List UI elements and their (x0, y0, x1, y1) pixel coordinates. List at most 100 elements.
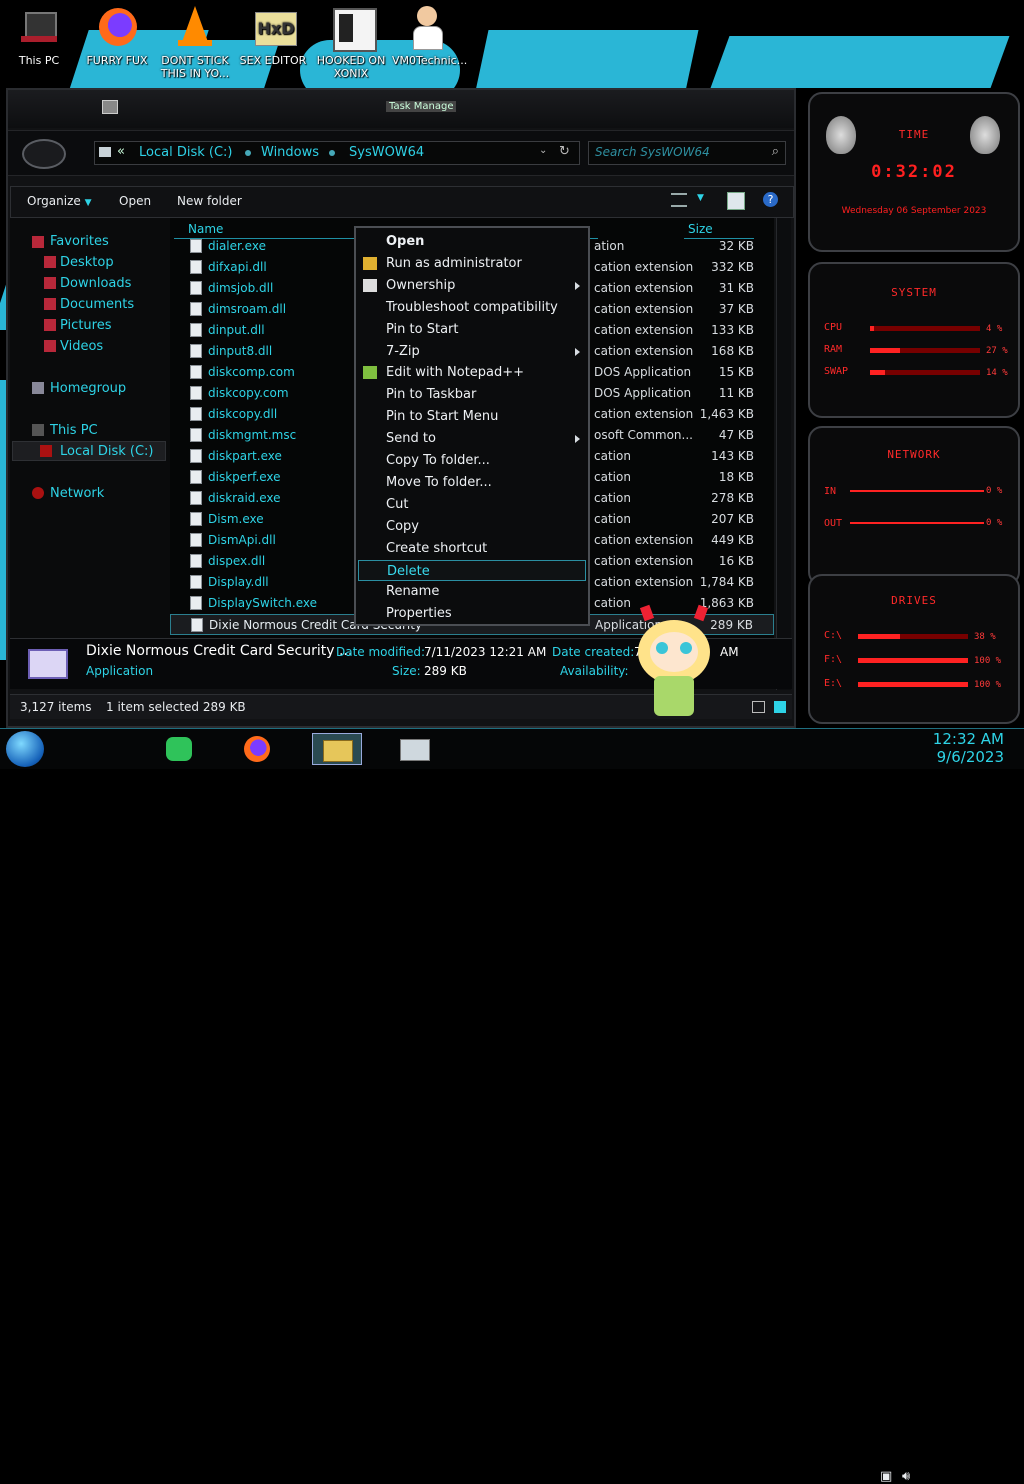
breadcrumb-separator[interactable] (245, 150, 251, 156)
vertical-scrollbar[interactable] (776, 218, 791, 690)
context-menu-item[interactable]: 7-Zip (358, 341, 586, 362)
desktop-icon-furry-fux[interactable]: FURRY FUX (82, 6, 152, 67)
taskbar-firefox-button[interactable] (238, 733, 278, 765)
network-gadget: NETWORK IN 0 % OUT 0 % (808, 426, 1020, 586)
file-name: dispex.dll (208, 554, 266, 568)
context-menu-item[interactable]: Troubleshoot compatibility (358, 297, 586, 318)
desktop-icon-sex-editor[interactable]: HxD SEX EDITOR (238, 6, 308, 67)
desktop-icon-dont-stick[interactable]: DONT STICK THIS IN YO... (160, 6, 230, 80)
new-folder-button[interactable]: New folder (177, 194, 242, 208)
nav-favorites[interactable]: Favorites (50, 234, 109, 249)
nav-pictures[interactable]: Pictures (60, 318, 111, 333)
nav-desktop[interactable]: Desktop (60, 255, 114, 270)
search-input[interactable]: Search SysWOW64 ⌕ (588, 141, 786, 165)
breadcrumb-local-disk[interactable]: Local Disk (C:) (139, 145, 232, 160)
cpu-bar (870, 326, 980, 331)
context-menu-item[interactable]: Run as administrator (358, 253, 586, 274)
nav-local-disk[interactable]: Local Disk (C:) (60, 444, 153, 459)
nav-network[interactable]: Network (50, 486, 104, 501)
context-menu-item[interactable]: Open (358, 231, 586, 252)
file-name: diskpart.exe (208, 449, 282, 463)
file-size: 143 KB (711, 449, 754, 463)
context-menu-item[interactable]: Pin to Taskbar (358, 384, 586, 405)
file-type: DOS Application (594, 365, 692, 379)
context-menu-item[interactable]: Cut (358, 494, 586, 515)
large-icons-view-icon[interactable] (774, 701, 786, 713)
context-menu-item[interactable]: Send to (358, 428, 586, 449)
context-menu-item[interactable]: Pin to Start Menu (358, 406, 586, 427)
context-menu-item[interactable]: Delete (358, 559, 586, 581)
context-menu-item[interactable]: Properties (358, 603, 586, 624)
desktop-icon-this-pc[interactable]: This PC (4, 6, 74, 67)
drive-f-bar (858, 658, 968, 663)
nav-videos[interactable]: Videos (60, 339, 103, 354)
file-icon (190, 533, 202, 547)
nav-documents[interactable]: Documents (60, 297, 134, 312)
context-menu-item[interactable]: Create shortcut (358, 538, 586, 559)
taskbar-clock-date[interactable]: 9/6/2023 (937, 748, 1004, 766)
file-type: cation extension (594, 344, 694, 358)
view-options-icon[interactable] (671, 193, 687, 207)
file-name: diskraid.exe (208, 491, 281, 505)
downloads-icon (44, 277, 56, 289)
address-bar[interactable]: « Local Disk (C:) Windows SysWOW64 ⌄ ↻ (94, 141, 580, 165)
start-orb-button[interactable] (6, 731, 44, 767)
nav-downloads[interactable]: Downloads (60, 276, 131, 291)
desktop-icon-label: HOOKED ON XONIX (316, 54, 386, 80)
desktop-icon (44, 256, 56, 268)
address-dropdown-icon[interactable]: ⌄ (539, 145, 547, 156)
file-size: 31 KB (718, 281, 754, 295)
vlc-cone-icon (173, 6, 217, 50)
drive-f-label: F:\ (824, 654, 843, 665)
favorites-star-icon (32, 236, 44, 248)
this-pc-icon (32, 424, 44, 436)
preview-pane-icon[interactable] (727, 192, 745, 210)
ram-label: RAM (824, 344, 843, 355)
open-button[interactable]: Open (119, 194, 151, 208)
taskbar-file-explorer-button[interactable] (312, 733, 362, 765)
breadcrumb-syswow64[interactable]: SysWOW64 (349, 145, 424, 160)
file-icon (190, 239, 202, 253)
volume-tray-icon[interactable]: 🔊︎ (902, 1469, 910, 1484)
file-name: dimsjob.dll (208, 281, 274, 295)
drive-c-label: C:\ (824, 630, 843, 641)
documents-icon (44, 298, 56, 310)
view-dropdown-icon[interactable]: ▼ (697, 193, 704, 203)
file-type: cation extension (594, 575, 694, 589)
details-date-created-tail: AM (720, 645, 739, 659)
file-name: dialer.exe (208, 239, 266, 253)
taskbar-task-manager-button[interactable] (394, 733, 434, 765)
network-tray-icon[interactable]: ▣ (880, 1469, 892, 1484)
drive-c-bar (858, 634, 968, 639)
window-title: Task Manage (386, 101, 457, 112)
back-forward-orb-button[interactable] (22, 139, 66, 169)
nav-this-pc[interactable]: This PC (50, 423, 98, 438)
nav-homegroup[interactable]: Homegroup (50, 381, 126, 396)
context-menu-item[interactable]: Copy To folder... (358, 450, 586, 471)
breadcrumb-chevron-icon[interactable]: « (117, 144, 125, 159)
desktop-icon-hooked-on-xonix[interactable]: HOOKED ON XONIX (316, 6, 386, 80)
homegroup-icon (32, 382, 44, 394)
breadcrumb-windows[interactable]: Windows (261, 145, 319, 160)
context-menu-item[interactable]: Rename (358, 581, 586, 602)
file-name: dimsroam.dll (208, 302, 287, 316)
search-icon[interactable]: ⌕ (772, 144, 779, 159)
context-menu-item[interactable]: Ownership (358, 275, 586, 296)
refresh-icon[interactable]: ↻ (559, 144, 570, 159)
context-menu-item[interactable]: Pin to Start (358, 319, 586, 340)
context-menu-item[interactable]: Move To folder... (358, 472, 586, 493)
network-in-label: IN (824, 486, 837, 497)
help-icon[interactable]: ? (763, 192, 778, 207)
breadcrumb-separator[interactable] (329, 150, 335, 156)
file-icon (190, 386, 202, 400)
file-size: 207 KB (711, 512, 754, 526)
taskbar-chat-app-button[interactable] (160, 733, 200, 765)
taskbar-clock-time[interactable]: 12:32 AM (933, 730, 1004, 748)
desktop-icon-vm0technic[interactable]: VM0Technic... (392, 6, 467, 67)
organize-button[interactable]: Organize ▼ (27, 194, 92, 208)
details-view-icon[interactable] (752, 701, 765, 713)
context-menu-item[interactable]: Copy (358, 516, 586, 537)
context-menu-item[interactable]: Edit with Notepad++ (358, 362, 586, 383)
time-gadget-title: TIME (898, 128, 930, 141)
window-titlebar[interactable]: Task Manage (8, 90, 794, 128)
